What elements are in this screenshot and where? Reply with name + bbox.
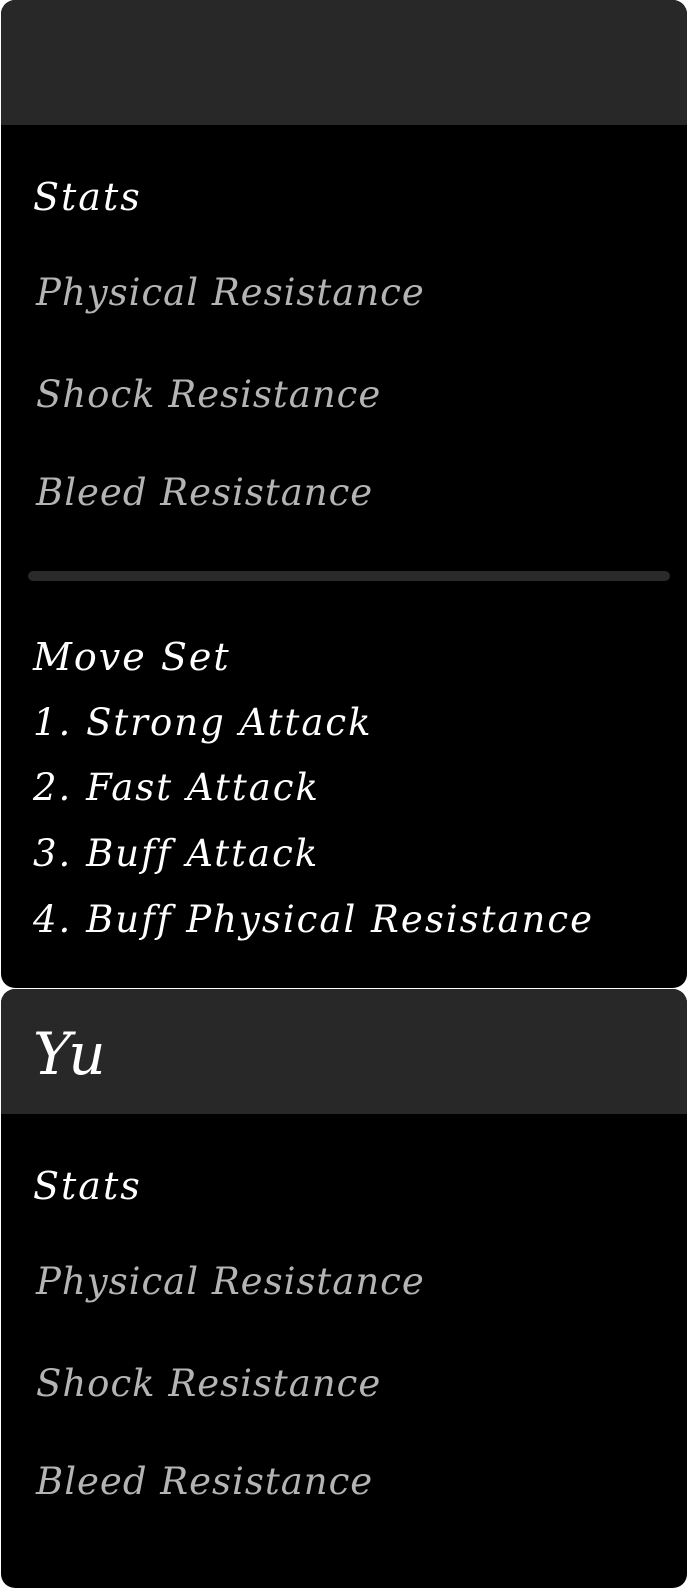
stat-bleed-resistance: Bleed Resistance — [36, 471, 374, 514]
character-card: Stats Physical Resistance Shock Resistan… — [1, 0, 687, 988]
move-item: 2. Fast Attack — [33, 766, 320, 809]
stat-physical-resistance: Physical Resistance — [36, 271, 425, 314]
stat-bleed-resistance: Bleed Resistance — [36, 1460, 374, 1503]
move-item: 4. Buff Physical Resistance — [33, 898, 594, 941]
stat-shock-resistance: Shock Resistance — [36, 373, 382, 416]
character-name: Yu — [33, 1019, 108, 1088]
character-card: Yu Stats Physical Resistance Shock Resis… — [1, 989, 687, 1588]
move-item: 3. Buff Attack — [33, 832, 320, 875]
move-set-title: Move Set — [33, 635, 231, 679]
stats-title: Stats — [33, 175, 142, 219]
move-item: 1. Strong Attack — [33, 701, 373, 744]
stats-title: Stats — [33, 1164, 142, 1208]
card-header — [1, 0, 687, 125]
card-header: Yu — [1, 989, 687, 1114]
stat-shock-resistance: Shock Resistance — [36, 1362, 382, 1405]
section-divider — [28, 571, 670, 581]
stat-physical-resistance: Physical Resistance — [36, 1260, 425, 1303]
